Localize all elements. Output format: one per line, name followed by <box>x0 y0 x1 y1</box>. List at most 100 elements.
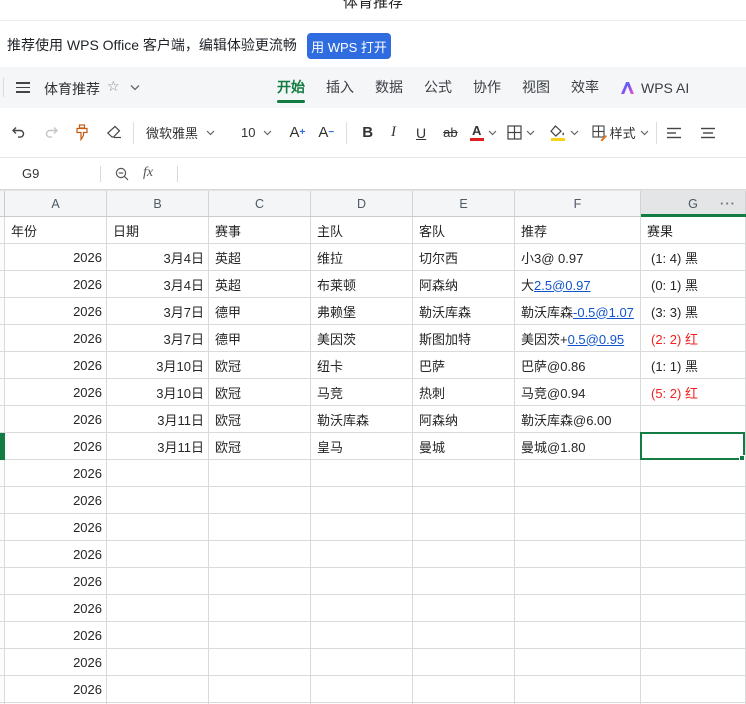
cell-year[interactable]: 2026 <box>5 298 107 325</box>
cell-away-team[interactable]: 曼城 <box>413 433 515 460</box>
cell-year[interactable]: 2026 <box>5 568 107 595</box>
column-header-d[interactable]: D <box>311 191 413 216</box>
cell-competition[interactable]: 欧冠 <box>209 379 311 406</box>
star-icon[interactable]: ☆ <box>107 78 120 95</box>
magnifier-minus-icon[interactable] <box>115 167 130 182</box>
cell-result[interactable]: 赛果 <box>641 217 746 244</box>
cell-date[interactable] <box>107 541 209 568</box>
cell-competition[interactable] <box>209 676 311 703</box>
cell-competition[interactable] <box>209 487 311 514</box>
cell-away-team[interactable] <box>413 568 515 595</box>
chevron-down-icon[interactable] <box>526 130 535 136</box>
undo-button[interactable] <box>10 125 26 141</box>
tab-view[interactable]: 视图 <box>522 67 550 108</box>
cell-date[interactable]: 日期 <box>107 217 209 244</box>
cell-recommend[interactable]: 马竞@0.94 <box>515 379 641 406</box>
cell-home-team[interactable] <box>311 460 413 487</box>
cell-competition[interactable]: 德甲 <box>209 298 311 325</box>
cell-year[interactable]: 2026 <box>5 325 107 352</box>
selection-border[interactable] <box>640 432 745 461</box>
open-in-wps-button[interactable]: 用 WPS 打开 <box>307 33 391 59</box>
align-center-icon[interactable] <box>700 127 716 139</box>
tab-insert[interactable]: 插入 <box>326 67 354 108</box>
font-size-select[interactable]: 10 <box>241 125 255 140</box>
menu-icon[interactable] <box>16 82 30 93</box>
cell-home-team[interactable]: 美因茨 <box>311 325 413 352</box>
cell-home-team[interactable]: 马竞 <box>311 379 413 406</box>
cell-year[interactable]: 2026 <box>5 649 107 676</box>
align-left-icon[interactable] <box>666 127 682 139</box>
increase-font-button[interactable]: A + <box>289 124 305 141</box>
cell-recommend[interactable] <box>515 649 641 676</box>
chevron-down-icon[interactable] <box>263 130 272 136</box>
cell-year[interactable]: 2026 <box>5 352 107 379</box>
decrease-font-button[interactable]: A − <box>318 124 334 141</box>
cell-result[interactable] <box>641 514 746 541</box>
chevron-down-icon[interactable] <box>206 130 215 136</box>
cell-competition[interactable]: 欧冠 <box>209 352 311 379</box>
cell-date[interactable] <box>107 676 209 703</box>
cell-year[interactable]: 2026 <box>5 244 107 271</box>
chevron-down-icon[interactable] <box>488 130 497 136</box>
cell-style-label[interactable]: 样式 <box>610 123 636 142</box>
insert-function-icon[interactable]: fx <box>143 165 153 181</box>
column-header-b[interactable]: B <box>107 191 209 216</box>
cell-home-team[interactable]: 勒沃库森 <box>311 406 413 433</box>
cell-year[interactable]: 2026 <box>5 487 107 514</box>
tab-data[interactable]: 数据 <box>375 67 403 108</box>
cell-home-team[interactable] <box>311 622 413 649</box>
tab-collaborate[interactable]: 协作 <box>473 67 501 108</box>
cell-home-team[interactable]: 弗赖堡 <box>311 298 413 325</box>
cell-competition[interactable]: 德甲 <box>209 325 311 352</box>
cell-date[interactable]: 3月10日 <box>107 352 209 379</box>
chevron-down-icon[interactable] <box>640 130 649 136</box>
cell-away-team[interactable] <box>413 487 515 514</box>
cell-competition[interactable]: 欧冠 <box>209 433 311 460</box>
cell-result[interactable] <box>641 460 746 487</box>
cell-home-team[interactable]: 布莱顿 <box>311 271 413 298</box>
cell-year[interactable]: 2026 <box>5 595 107 622</box>
column-header-f[interactable]: F <box>515 191 641 216</box>
cell-recommend[interactable]: 巴萨@0.86 <box>515 352 641 379</box>
cell-home-team[interactable] <box>311 487 413 514</box>
eraser-icon[interactable] <box>106 125 123 141</box>
more-columns-button[interactable]: ··· <box>720 196 736 211</box>
chevron-down-icon[interactable] <box>130 84 140 91</box>
name-box[interactable]: G9 <box>22 166 39 181</box>
cell-date[interactable]: 3月4日 <box>107 271 209 298</box>
cell-recommend[interactable] <box>515 568 641 595</box>
document-name[interactable]: 体育推荐 <box>44 79 100 99</box>
cell-year[interactable]: 2026 <box>5 622 107 649</box>
cell-competition[interactable] <box>209 595 311 622</box>
cell-date[interactable] <box>107 649 209 676</box>
cell-result[interactable] <box>641 595 746 622</box>
cell-result[interactable]: (2: 2) 红 <box>641 325 746 352</box>
cell-recommend[interactable]: 勒沃库森@6.00 <box>515 406 641 433</box>
cell-away-team[interactable]: 勒沃库森 <box>413 298 515 325</box>
cell-away-team[interactable]: 客队 <box>413 217 515 244</box>
cell-style-icon[interactable] <box>592 124 608 141</box>
cell-recommend[interactable] <box>515 622 641 649</box>
cell-competition[interactable]: 英超 <box>209 271 311 298</box>
cell-date[interactable]: 3月11日 <box>107 406 209 433</box>
cell-competition[interactable]: 欧冠 <box>209 406 311 433</box>
cell-year[interactable]: 2026 <box>5 433 107 460</box>
cell-year[interactable]: 2026 <box>5 271 107 298</box>
strikethrough-button[interactable]: ab <box>443 125 457 140</box>
cell-recommend[interactable]: 曼城@1.80 <box>515 433 641 460</box>
cell-recommend[interactable]: 美因茨+0.5@0.95 <box>515 325 641 352</box>
cell-year[interactable]: 2026 <box>5 379 107 406</box>
cell-away-team[interactable] <box>413 460 515 487</box>
italic-button[interactable]: I <box>391 124 396 141</box>
cell-date[interactable] <box>107 622 209 649</box>
cell-competition[interactable] <box>209 568 311 595</box>
cell-home-team[interactable]: 维拉 <box>311 244 413 271</box>
column-header-e[interactable]: E <box>413 191 515 216</box>
borders-icon[interactable] <box>507 125 522 140</box>
cell-competition[interactable] <box>209 460 311 487</box>
cell-away-team[interactable]: 巴萨 <box>413 352 515 379</box>
cell-result[interactable] <box>641 676 746 703</box>
cell-date[interactable] <box>107 568 209 595</box>
cell-year[interactable]: 2026 <box>5 460 107 487</box>
cell-result[interactable] <box>641 622 746 649</box>
